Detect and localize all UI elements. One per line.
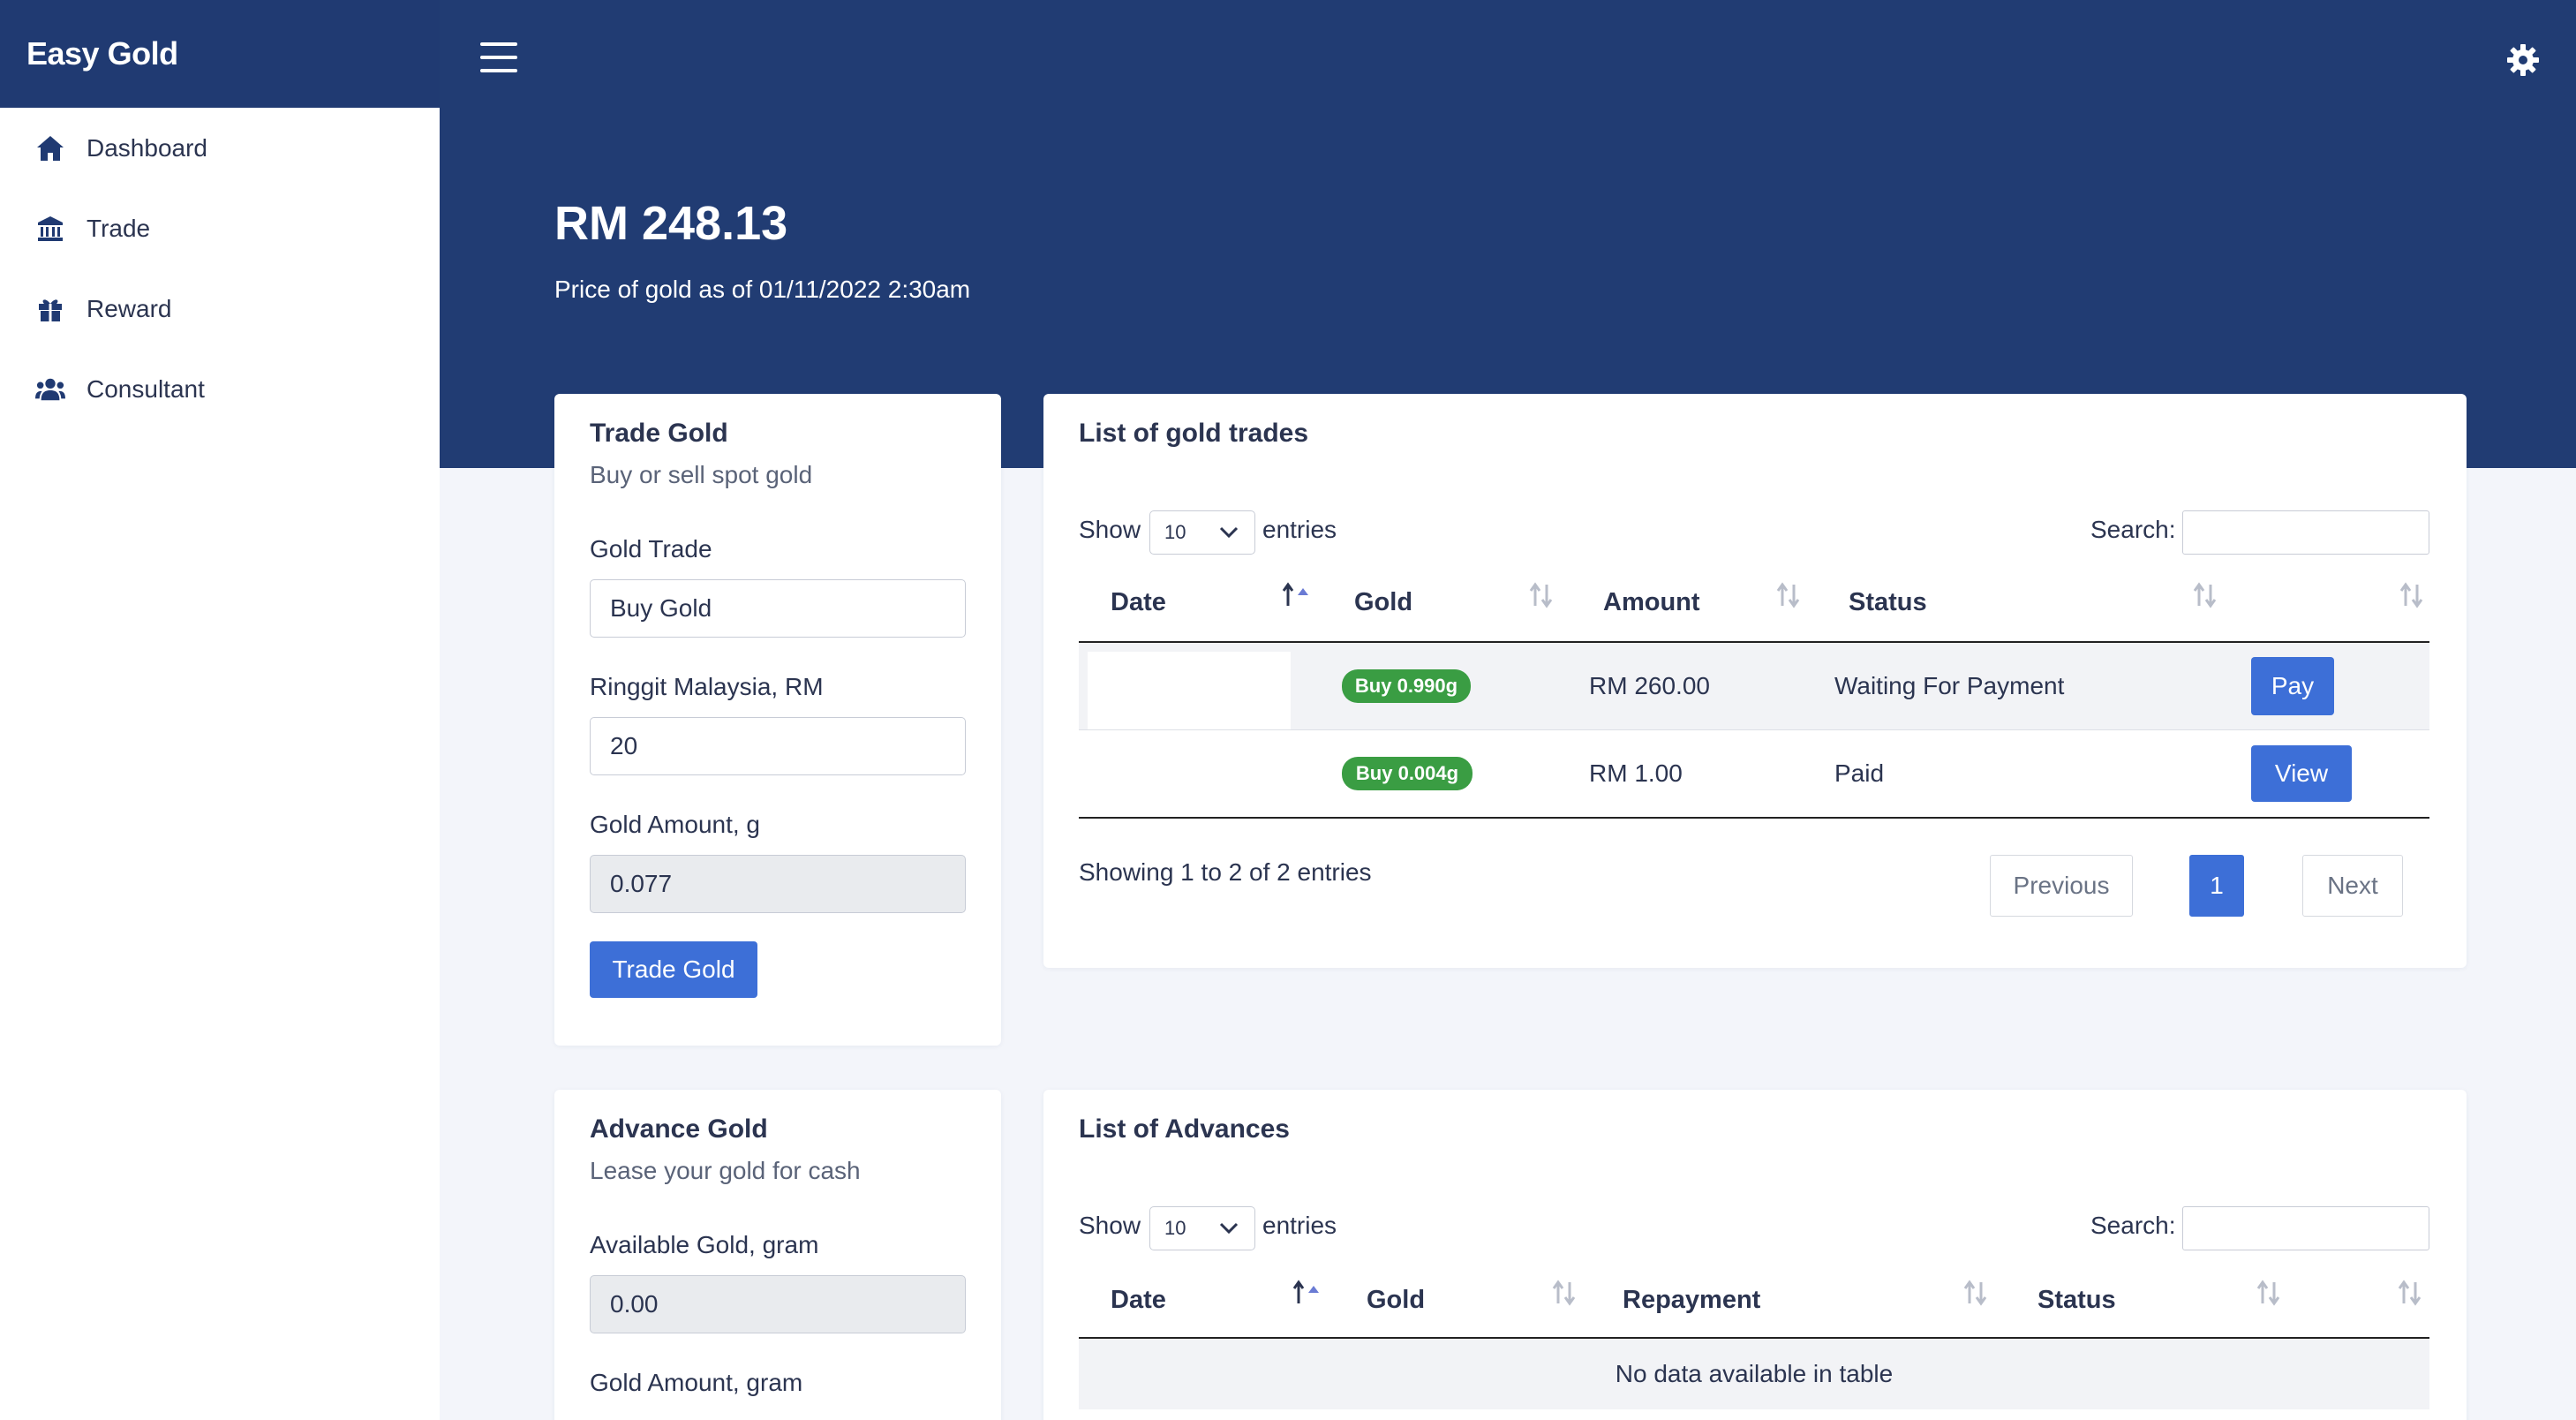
amount-cell: RM 1.00 [1589, 759, 1683, 787]
column-header-amount[interactable]: Amount [1603, 588, 1700, 617]
trade-gold-button[interactable]: Trade Gold [590, 941, 757, 998]
table-info: Showing 1 to 2 of 2 entries [1079, 858, 1372, 886]
gold-amount-gram-label: Gold Amount, gram [590, 1369, 803, 1396]
advances-card: List of Advances Show 10 entries Search:… [1043, 1090, 2467, 1420]
sort-icon[interactable] [2255, 1277, 2286, 1309]
sort-icon[interactable] [2396, 1277, 2428, 1309]
sidebar-item-reward[interactable]: Reward [0, 268, 440, 349]
chevron-down-icon [1219, 526, 1239, 539]
gold-trades-card: List of gold trades Show 10 entries Sear… [1043, 394, 2467, 968]
entries-value: 10 [1164, 521, 1186, 543]
entries-select[interactable]: 10 [1149, 510, 1255, 555]
column-header-gold[interactable]: Gold [1354, 588, 1412, 617]
available-gold-label: Available Gold, gram [590, 1231, 819, 1258]
sidebar-item-label: Trade [87, 214, 151, 242]
table-footer-rule [1079, 817, 2429, 819]
entries-label: entries [1262, 1212, 1337, 1239]
users-icon [35, 374, 65, 404]
card-title: Trade Gold [590, 419, 728, 448]
gold-trade-label: Gold Trade [590, 535, 712, 563]
gold-amount-label: Gold Amount, g [590, 811, 761, 838]
sidebar-item-label: Reward [87, 294, 172, 322]
table-row [1079, 643, 2429, 729]
date-cell [1088, 652, 1291, 729]
ringgit-label: Ringgit Malaysia, RM [590, 673, 824, 700]
view-button[interactable]: View [2251, 745, 2352, 802]
date-cell [1088, 730, 1291, 766]
sidebar-item-consultant[interactable]: Consultant [0, 349, 440, 429]
gold-price: RM 248.13 [554, 197, 788, 250]
column-header-gold[interactable]: Gold [1367, 1286, 1425, 1315]
empty-table-row: No data available in table [1079, 1339, 2429, 1409]
sort-icon[interactable] [2191, 579, 2223, 611]
card-title: List of Advances [1079, 1114, 1290, 1144]
sort-asc-icon[interactable] [1291, 1277, 1322, 1309]
entries-select[interactable]: 10 [1149, 1206, 1255, 1250]
sidebar-item-dashboard[interactable]: Dashboard [0, 108, 440, 188]
sort-icon[interactable] [1774, 579, 1806, 611]
gear-icon[interactable] [2505, 42, 2541, 78]
next-page-button[interactable]: Next [2302, 855, 2403, 917]
entries-label: entries [1262, 516, 1337, 543]
column-header-status[interactable]: Status [1849, 588, 1927, 617]
card-title: List of gold trades [1079, 419, 1309, 448]
ringgit-input[interactable]: 20 [590, 717, 966, 775]
column-header-date[interactable]: Date [1111, 1286, 1166, 1315]
card-subtitle: Lease your gold for cash [590, 1157, 861, 1184]
trade-gold-card: Trade Gold Buy or sell spot gold Gold Tr… [554, 394, 1001, 1046]
search-input[interactable] [2182, 1206, 2429, 1250]
sort-icon[interactable] [1527, 579, 1559, 611]
sort-asc-icon[interactable] [1280, 579, 1312, 611]
search-label: Search: [2090, 1212, 2176, 1239]
sidebar-item-label: Dashboard [87, 133, 207, 162]
search-label: Search: [2090, 516, 2176, 543]
column-header-repayment[interactable]: Repayment [1623, 1286, 1760, 1315]
sidebar-item-label: Consultant [87, 374, 205, 403]
sidebar: Dashboard Trade Reward Consultant [0, 108, 440, 1420]
amount-cell: RM 260.00 [1589, 672, 1710, 699]
gold-price-caption: Price of gold as of 01/11/2022 2:30am [554, 276, 971, 303]
advance-gold-card: Advance Gold Lease your gold for cash Av… [554, 1090, 1001, 1420]
column-header-date[interactable]: Date [1111, 588, 1166, 617]
card-subtitle: Buy or sell spot gold [590, 461, 813, 488]
column-header-status[interactable]: Status [2037, 1286, 2116, 1315]
sort-icon[interactable] [2398, 579, 2429, 611]
empty-table-message: No data available in table [1615, 1360, 1894, 1387]
gift-icon [35, 294, 65, 324]
sidebar-item-trade[interactable]: Trade [0, 188, 440, 268]
previous-page-button[interactable]: Previous [1990, 855, 2133, 917]
table-row [1079, 730, 2429, 817]
search-input[interactable] [2182, 510, 2429, 555]
brand-title[interactable]: Easy Gold [26, 35, 178, 72]
entries-value: 10 [1164, 1217, 1186, 1239]
menu-toggle-icon[interactable] [480, 42, 517, 72]
sort-icon[interactable] [1962, 1277, 1993, 1309]
home-icon [35, 133, 65, 163]
gold-amount-field: 0.077 [590, 855, 966, 913]
status-cell: Paid [1834, 759, 1885, 787]
gold-trade-select[interactable]: Buy Gold [590, 579, 966, 638]
page-1-button[interactable]: 1 [2189, 855, 2244, 917]
sort-icon[interactable] [1550, 1277, 1582, 1309]
gold-badge: Buy 0.990g [1342, 669, 1471, 703]
status-cell: Waiting For Payment [1834, 672, 2065, 699]
gold-badge: Buy 0.004g [1342, 757, 1473, 790]
bank-icon [35, 214, 65, 244]
show-label: Show [1079, 1212, 1141, 1239]
available-gold-field: 0.00 [590, 1275, 966, 1333]
show-label: Show [1079, 516, 1141, 543]
pay-button[interactable]: Pay [2251, 657, 2334, 715]
chevron-down-icon [1219, 1222, 1239, 1235]
card-title: Advance Gold [590, 1114, 768, 1144]
brand-bar: Easy Gold [0, 0, 440, 108]
